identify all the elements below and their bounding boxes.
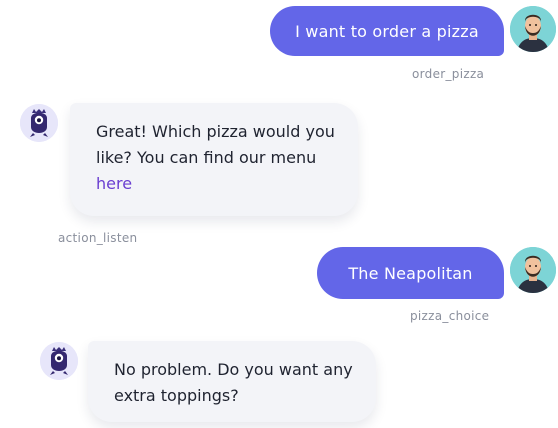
purple-owl-bot-icon xyxy=(20,104,58,142)
bearded-man-avatar-icon xyxy=(510,6,556,52)
user-message-text: The Neapolitan xyxy=(348,263,473,283)
intent-tag: order_pizza xyxy=(412,67,485,81)
purple-owl-bot-icon xyxy=(40,342,78,380)
user-message-text: I want to order a pizza xyxy=(295,21,479,41)
bot-avatar xyxy=(20,104,58,142)
action-tag: action_listen xyxy=(58,231,138,245)
bot-message-text: Great! Which pizza would you like? You c… xyxy=(96,122,335,167)
bot-message-bubble: No problem. Do you want any extra toppin… xyxy=(88,341,376,422)
bot-message-bubble: Great! Which pizza would you like? You c… xyxy=(70,103,358,216)
user-avatar xyxy=(510,6,556,52)
bearded-man-avatar-icon xyxy=(510,247,556,293)
user-message-bubble: I want to order a pizza xyxy=(270,6,504,56)
menu-link[interactable]: here xyxy=(96,174,132,193)
bot-message-text: No problem. Do you want any extra toppin… xyxy=(114,360,353,405)
user-avatar xyxy=(510,247,556,293)
intent-tag: pizza_choice xyxy=(410,309,490,323)
user-message-bubble: The Neapolitan xyxy=(317,247,504,299)
bot-avatar xyxy=(40,342,78,380)
